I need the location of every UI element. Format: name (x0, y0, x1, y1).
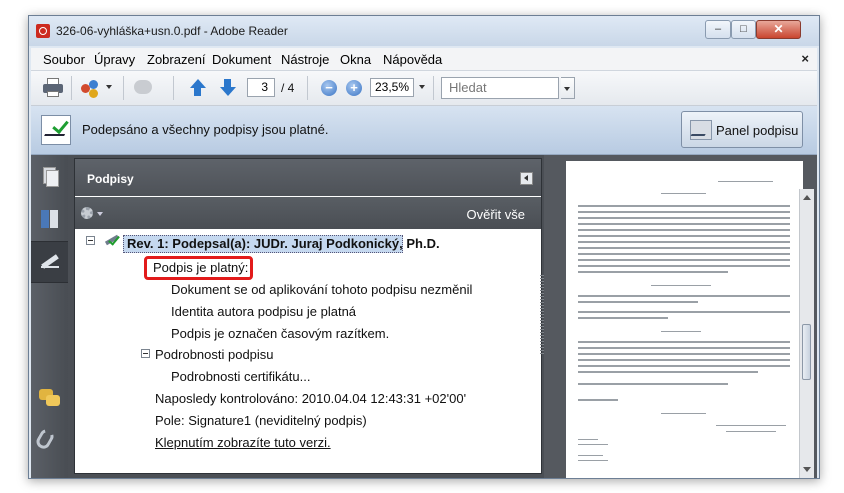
main-toolbar: 3 / 4 − + 23,5% Hledat (31, 71, 817, 106)
zoom-out-icon[interactable]: − (321, 80, 337, 96)
verify-all-button[interactable]: Ověřit vše (466, 207, 525, 222)
maximize-button[interactable]: □ (731, 20, 756, 39)
panel-header: Podpisy (75, 159, 541, 196)
signature-valid-icon (41, 115, 71, 145)
toolbar-separator (173, 76, 174, 100)
document-close-button[interactable]: × (801, 51, 809, 66)
gear-icon[interactable] (81, 207, 93, 219)
valid-signature-icon (104, 233, 120, 247)
vertical-scrollbar[interactable] (799, 189, 814, 478)
view-version-link[interactable]: Klepnutím zobrazíte tuto verzi. (155, 435, 331, 450)
close-button[interactable]: ✕ (756, 20, 801, 39)
navigation-pane (31, 155, 68, 478)
attachments-icon[interactable] (33, 426, 57, 452)
menu-upravy[interactable]: Úpravy (94, 52, 135, 67)
menu-zobrazeni[interactable]: Zobrazení (147, 52, 206, 67)
toolbar-separator (307, 76, 308, 100)
list-item[interactable]: Identita autora podpisu je platná (171, 304, 356, 319)
list-item[interactable]: Dokument se od aplikování tohoto podpisu… (171, 282, 472, 297)
signature-message-bar: Podepsáno a všechny podpisy jsou platné.… (31, 106, 817, 155)
certificate-details[interactable]: Podrobnosti certifikátu... (171, 369, 310, 384)
window-title: 326-06-vyhláška+usn.0.pdf - Adobe Reader (56, 24, 288, 38)
menu-napoveda[interactable]: Nápověda (383, 52, 442, 67)
zoom-in-icon[interactable]: + (346, 80, 362, 96)
zoom-input[interactable]: 23,5% (370, 78, 414, 97)
scroll-thumb[interactable] (802, 324, 811, 380)
collapse-panel-icon[interactable] (520, 172, 533, 185)
printer-icon[interactable] (43, 78, 63, 98)
signature-panel-button[interactable]: Panel podpisu (681, 111, 803, 148)
toolbar-separator (123, 76, 124, 100)
menu-soubor[interactable]: Soubor (43, 52, 85, 67)
details-expander[interactable] (141, 349, 150, 358)
details-label[interactable]: Podrobnosti podpisu (155, 347, 274, 362)
pages-icon[interactable] (39, 167, 61, 189)
page-number-input[interactable]: 3 (247, 78, 275, 97)
revision-row[interactable]: Rev. 1: Podepsal(a): JUDr. Juraj Podkoni… (127, 236, 440, 251)
arrow-up-icon[interactable] (189, 79, 207, 97)
arrow-down-icon[interactable] (219, 79, 237, 97)
bookmarks-icon[interactable] (39, 208, 61, 230)
scroll-down-icon[interactable] (803, 467, 811, 472)
minimize-button[interactable]: – (705, 20, 731, 39)
signature-status-text: Podepsáno a všechny podpisy jsou platné. (82, 122, 329, 137)
signatures-panel: Podpisy Ověřit vše Rev. 1: Podepsal(a): … (74, 158, 542, 474)
revision-expander[interactable] (86, 236, 95, 245)
signature-icon[interactable] (39, 250, 61, 272)
menu-dokument[interactable]: Dokument (212, 52, 271, 67)
main-area: Podpisy Ověřit vše Rev. 1: Podepsal(a): … (31, 155, 817, 478)
signature-field[interactable]: Pole: Signature1 (neviditelný podpis) (155, 413, 367, 428)
signature-tree: Rev. 1: Podepsal(a): JUDr. Juraj Podkoni… (75, 230, 541, 473)
chat-icon (134, 78, 154, 98)
app-window: 326-06-vyhláška+usn.0.pdf - Adobe Reader… (28, 15, 820, 479)
share-icon[interactable] (81, 78, 101, 98)
search-input[interactable]: Hledat (441, 77, 559, 99)
toolbar-separator (71, 76, 72, 100)
panel-title: Podpisy (87, 172, 134, 186)
menu-nastroje[interactable]: Nástroje (281, 52, 329, 67)
signature-pen-icon (690, 120, 712, 140)
title-bar: 326-06-vyhláška+usn.0.pdf - Adobe Reader… (29, 16, 819, 46)
panel-toolbar: Ověřit vše (75, 197, 541, 229)
share-dropdown-icon[interactable] (106, 85, 112, 89)
zoom-dropdown-icon[interactable] (419, 85, 425, 89)
signature-panel-label: Panel podpisu (716, 123, 799, 138)
toolbar-separator (433, 76, 434, 100)
document-view (544, 155, 817, 478)
last-checked[interactable]: Naposledy kontrolováno: 2010.04.04 12:43… (155, 391, 466, 406)
pdf-page (566, 161, 803, 478)
page-total: / 4 (281, 81, 295, 95)
menu-okna[interactable]: Okna (340, 52, 371, 67)
list-item[interactable]: Podpis je označen časovým razítkem. (171, 326, 389, 341)
annotation-highlight (144, 256, 253, 280)
adobe-reader-icon (36, 24, 50, 38)
scroll-up-icon[interactable] (803, 195, 811, 200)
comments-icon[interactable] (39, 387, 61, 409)
menu-bar: Soubor Úpravy Zobrazení Dokument Nástroj… (31, 48, 817, 71)
chevron-down-icon (564, 87, 570, 91)
search-dropdown[interactable] (561, 77, 575, 99)
gear-dropdown-icon[interactable] (97, 212, 103, 216)
